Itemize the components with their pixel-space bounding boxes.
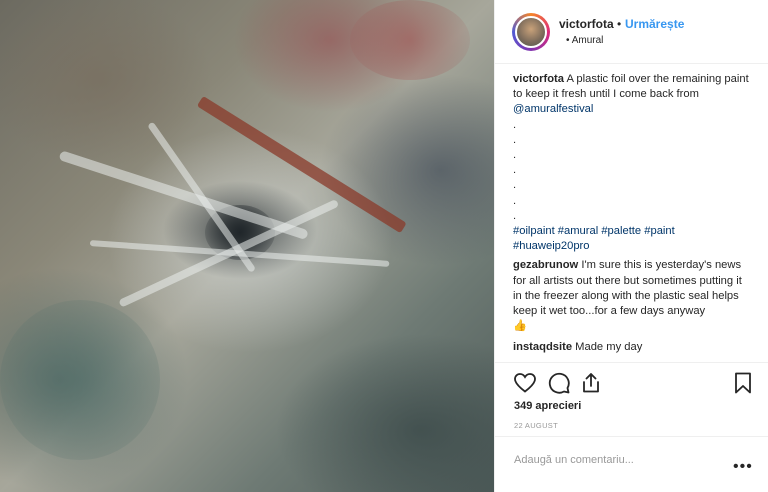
comment-author[interactable]: gezabrunow xyxy=(513,259,578,271)
comment-item: gezabrunow I'm sure this is yesterday's … xyxy=(513,258,751,334)
share-icon[interactable] xyxy=(579,371,603,395)
action-bar xyxy=(495,362,768,402)
hashtag-link[interactable]: #amural xyxy=(558,225,598,237)
comment-item: instaqdsite Made my day xyxy=(513,340,751,355)
likes-count[interactable]: 349 aprecieri xyxy=(514,400,581,412)
caption-dot: . xyxy=(513,209,517,222)
caption-author[interactable]: victorfota xyxy=(513,73,564,85)
avatar[interactable] xyxy=(515,16,547,48)
more-options-icon[interactable]: ••• xyxy=(733,459,753,475)
caption-dot: . xyxy=(513,194,517,207)
caption-dot: . xyxy=(513,179,517,192)
caption-dot: . xyxy=(513,164,517,177)
photo-paint-blob xyxy=(0,300,160,460)
username-link[interactable]: victorfota xyxy=(559,17,614,31)
comment-author[interactable]: instaqdsite xyxy=(513,341,572,353)
hashtag-link[interactable]: #paint xyxy=(644,225,674,237)
caption-dot: . xyxy=(513,133,517,146)
hashtag-link[interactable]: #palette xyxy=(601,225,641,237)
post-date: 22 AUGUST xyxy=(514,421,558,430)
caption: victorfota A plastic foil over the remai… xyxy=(513,72,751,254)
post-side-panel: victorfota • Urmărește • Amural victorfo… xyxy=(494,0,768,492)
post-header: victorfota • Urmărește • Amural xyxy=(495,0,768,64)
hashtags: #oilpaint #amural #palette #paint #huawe… xyxy=(513,224,751,254)
follow-button[interactable]: Urmărește xyxy=(625,17,684,31)
heart-icon[interactable] xyxy=(513,371,537,395)
hashtag-link[interactable]: #huaweip20pro xyxy=(513,240,590,252)
header-separator: • xyxy=(617,17,622,31)
thumbs-up-emoji: 👍 xyxy=(513,320,527,333)
add-comment-input[interactable]: Adaugă un comentariu... xyxy=(514,454,634,466)
bookmark-icon[interactable] xyxy=(731,371,755,395)
photo-foil-streak xyxy=(58,150,309,241)
add-comment-bar: Adaugă un comentariu... ••• xyxy=(495,436,768,492)
location-link[interactable]: • Amural xyxy=(566,35,603,46)
photo-paint-blob xyxy=(350,0,470,80)
comment-text: Made my day xyxy=(575,341,643,354)
comment-icon[interactable] xyxy=(547,371,571,395)
comments-section: victorfota A plastic foil over the remai… xyxy=(513,72,751,356)
caption-dot: . xyxy=(513,118,517,131)
hashtag-link[interactable]: #oilpaint xyxy=(513,225,555,237)
mention-link[interactable]: @amuralfestival xyxy=(513,103,593,115)
avatar-story-ring[interactable] xyxy=(512,13,550,51)
caption-dot: . xyxy=(513,148,517,161)
caption-dots: . . . . . . . xyxy=(513,118,751,224)
post-photo[interactable] xyxy=(0,0,494,492)
